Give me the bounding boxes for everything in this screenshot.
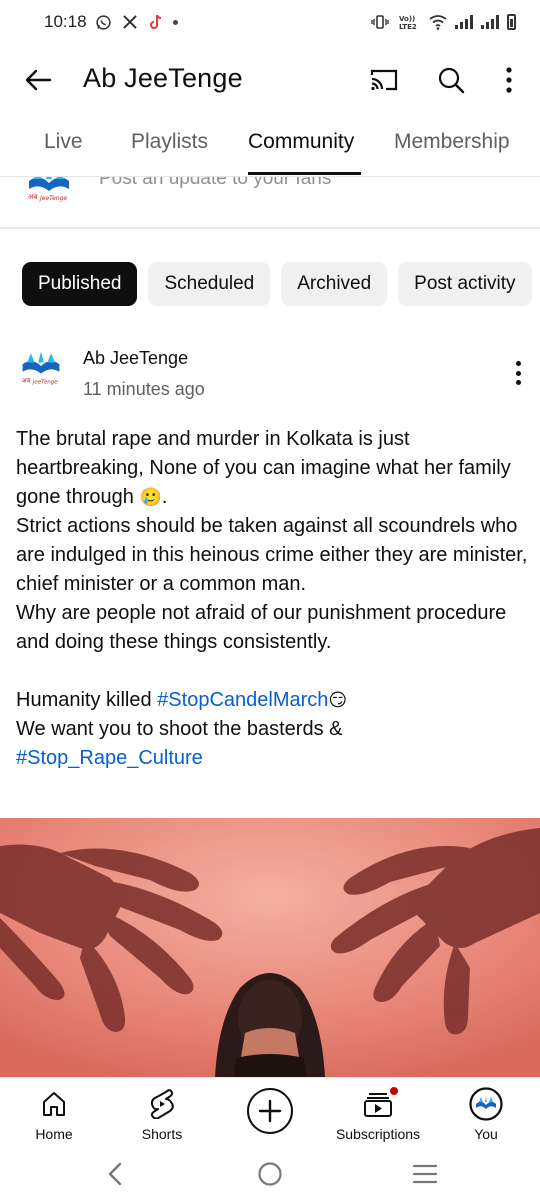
- signal-icon: [481, 15, 499, 29]
- hashtag-link[interactable]: #StopCandelMarch: [157, 689, 328, 711]
- chip-post-activity[interactable]: Post activity: [398, 262, 532, 306]
- svg-text:अब: अब: [28, 193, 38, 201]
- search-icon: [438, 67, 465, 94]
- post-more-button[interactable]: [504, 358, 532, 388]
- account-avatar-icon: [469, 1087, 503, 1121]
- circle-home-icon: [258, 1162, 282, 1186]
- chip-published[interactable]: Published: [22, 262, 138, 306]
- post-timestamp: 11 minutes ago: [83, 379, 205, 399]
- x-icon: [121, 13, 139, 31]
- post-body: The brutal rape and murder in Kolkata is…: [16, 425, 531, 773]
- post-paragraph: Strict actions should be taken against a…: [16, 515, 528, 595]
- system-home-button[interactable]: [250, 1159, 290, 1189]
- chevron-left-icon: [108, 1162, 122, 1186]
- tab-live[interactable]: Live: [44, 130, 83, 154]
- active-tab-indicator: [248, 172, 361, 175]
- notification-dot-icon: [172, 19, 178, 25]
- search-button[interactable]: [431, 60, 471, 100]
- status-bar: 10:18 Vo)) LTE2: [0, 0, 540, 44]
- divider: [0, 227, 540, 229]
- svg-text:Vo)): Vo)): [399, 15, 415, 23]
- more-vert-icon: [515, 361, 521, 366]
- battery-icon: [507, 14, 516, 30]
- tab-membership[interactable]: Membership: [394, 130, 510, 154]
- more-options-button[interactable]: [489, 60, 529, 100]
- system-navigation: [0, 1147, 540, 1200]
- post-author[interactable]: Ab JeeTenge: [83, 348, 188, 369]
- chip-scheduled[interactable]: Scheduled: [148, 262, 271, 306]
- post-paragraph: Why are people not afraid of our punishm…: [16, 602, 507, 653]
- composer-placeholder[interactable]: Post an update to your fans: [99, 177, 331, 190]
- post-header: अब JeeTenge Ab JeeTenge 11 minutes ago: [0, 340, 540, 410]
- vibrate-icon: [371, 13, 389, 31]
- system-back-button[interactable]: [95, 1159, 135, 1189]
- post-paragraph: The brutal rape and murder in Kolkata is…: [16, 428, 511, 508]
- nav-home[interactable]: Home: [4, 1078, 104, 1148]
- status-time: 10:18: [44, 12, 87, 31]
- shorts-icon: [150, 1089, 174, 1119]
- tiktok-icon: [147, 13, 165, 31]
- channel-tabs: Live Playlists Community Membership: [0, 118, 540, 176]
- svg-text:LTE2: LTE2: [399, 23, 417, 30]
- svg-text:JeeTenge: JeeTenge: [32, 380, 58, 386]
- whatsapp-icon: [95, 13, 113, 31]
- channel-avatar[interactable]: अब JeeTenge: [18, 348, 64, 388]
- wifi-icon: [429, 13, 447, 31]
- create-button[interactable]: [247, 1088, 293, 1134]
- nav-you[interactable]: You: [436, 1078, 536, 1148]
- post-filter-chips: Published Scheduled Archived Post activi…: [22, 262, 532, 306]
- bottom-navigation: Home Shorts Subscriptions You: [0, 1077, 540, 1147]
- subscriptions-icon: [364, 1093, 392, 1117]
- cast-button[interactable]: [364, 60, 404, 100]
- plus-icon: [258, 1099, 282, 1123]
- channel-logo-icon: अब JeeTenge: [28, 177, 69, 202]
- more-vert-icon: [506, 67, 512, 93]
- tab-playlists[interactable]: Playlists: [131, 130, 208, 154]
- post-paragraph: We want you to shoot the basterds &: [16, 718, 343, 740]
- recents-icon: [412, 1164, 438, 1184]
- app-bar: Ab JeeTenge: [0, 48, 540, 110]
- hashtag-link[interactable]: #Stop_Rape_Culture: [16, 747, 203, 769]
- tab-community[interactable]: Community: [248, 130, 354, 154]
- svg-text:JeeTenge: JeeTenge: [39, 195, 67, 202]
- home-icon: [43, 1092, 65, 1116]
- chip-archived[interactable]: Archived: [281, 262, 388, 306]
- cast-icon: [370, 69, 398, 91]
- system-recents-button[interactable]: [405, 1159, 445, 1189]
- notification-badge: [389, 1086, 399, 1096]
- nav-shorts[interactable]: Shorts: [112, 1078, 212, 1148]
- channel-title: Ab JeeTenge: [83, 63, 243, 93]
- arrow-back-icon: [25, 69, 52, 91]
- back-button[interactable]: [20, 62, 56, 98]
- smile-tear-emoji: 🥲: [139, 487, 162, 508]
- smirk-emoji: 😏: [328, 690, 348, 711]
- post-image[interactable]: [0, 818, 540, 1078]
- signal-icon: [455, 15, 473, 29]
- svg-text:अब: अब: [22, 377, 31, 385]
- post-composer[interactable]: अब JeeTenge Post an update to your fans: [0, 177, 540, 227]
- post-paragraph: Humanity killed #StopCandelMarch😏: [16, 689, 348, 711]
- post-paragraph: #Stop_Rape_Culture: [16, 744, 531, 773]
- volte-icon: Vo)) LTE2: [397, 13, 421, 31]
- nav-subscriptions[interactable]: Subscriptions: [328, 1078, 428, 1148]
